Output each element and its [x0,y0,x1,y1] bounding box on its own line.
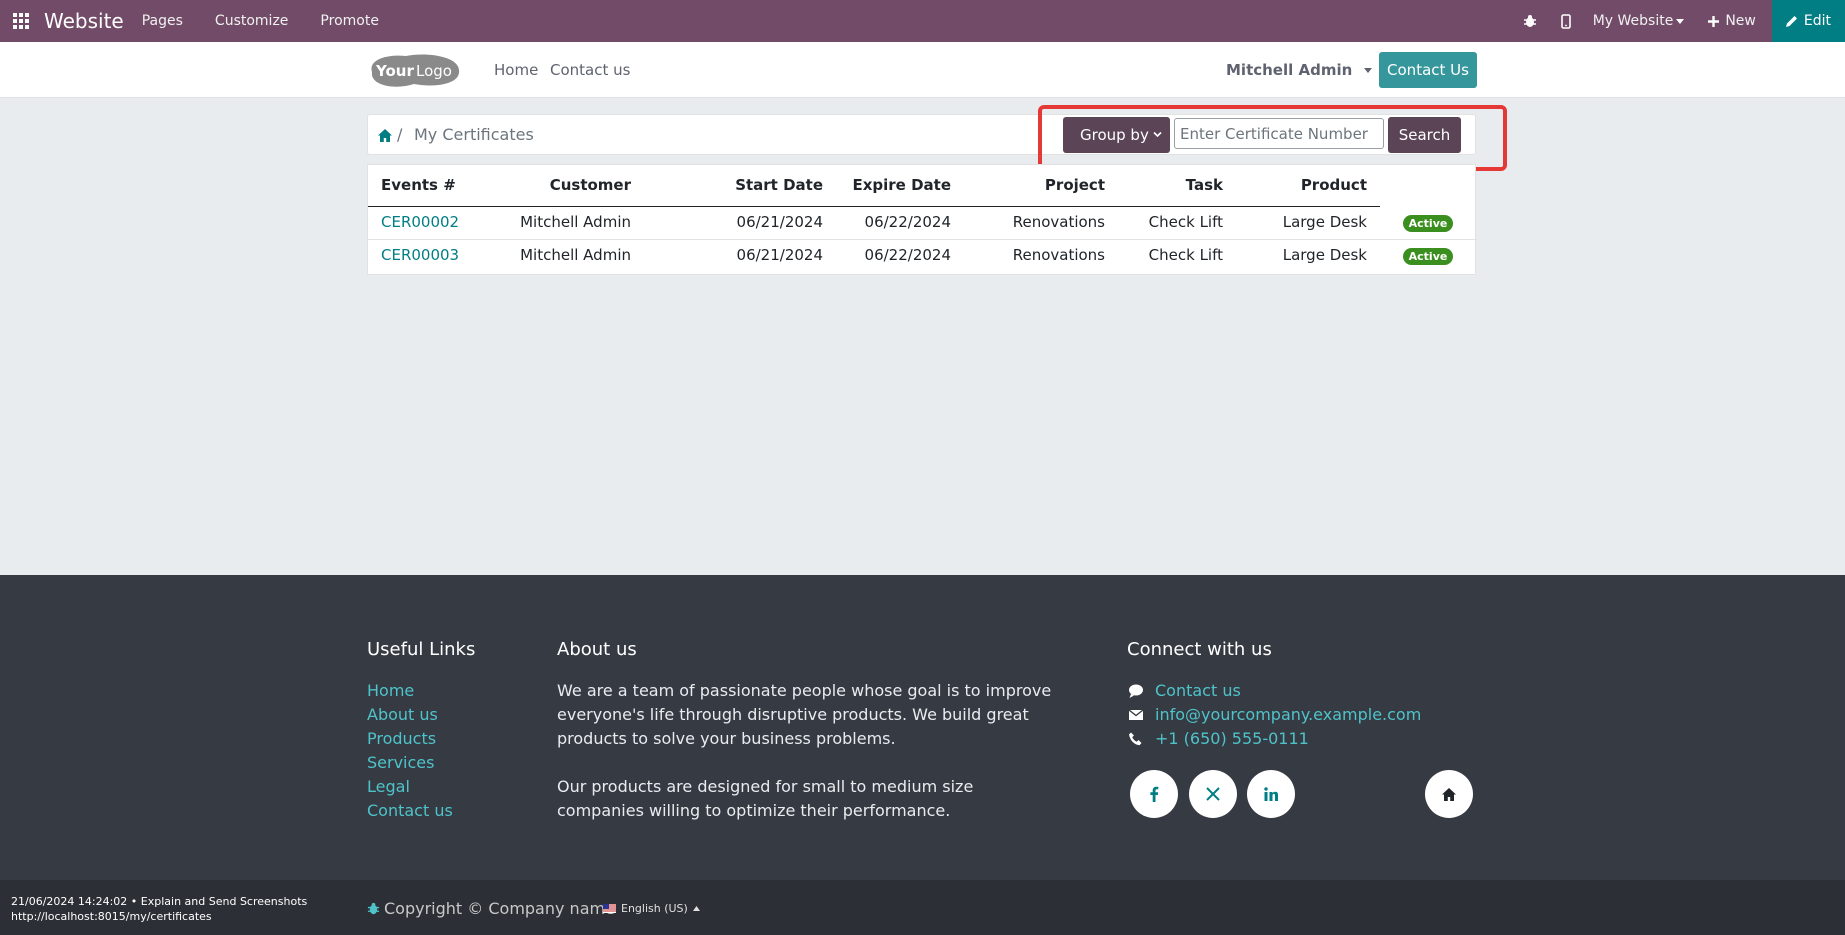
nav-home[interactable]: Home [494,61,538,79]
user-name: Mitchell Admin [1226,61,1353,79]
useful-links-title: Useful Links [367,639,476,660]
certificate-link[interactable]: CER00002 [381,213,459,231]
about-text-line: everyone's life through disruptive produ… [557,705,1029,724]
new-button-label: New [1725,13,1756,29]
language-selector[interactable]: English (US) [603,902,700,915]
edit-button-label: Edit [1803,13,1831,29]
cell-product: Large Desk [1282,246,1367,264]
footer-link-legal[interactable]: Legal [367,777,410,796]
caret-up-icon [692,906,700,911]
contact-us-button[interactable]: Contact Us [1379,52,1477,88]
site-footer: Useful Links Home About us Products Serv… [0,575,1845,880]
language-label: English (US) [621,902,688,915]
col-start-date: Start Date [735,176,823,194]
home-icon[interactable] [1425,770,1473,818]
footer-link-about-us[interactable]: About us [367,705,438,724]
about-text-line: companies willing to optimize their perf… [557,801,951,820]
col-expire-date: Expire Date [852,176,951,194]
plus-icon [1708,15,1720,27]
svg-text:Logo: Logo [416,62,452,80]
debug-bug-icon[interactable] [1523,14,1537,28]
new-button[interactable]: New [1708,13,1756,29]
row-divider [368,239,1477,240]
cell-expire-date: 06/22/2024 [864,246,951,264]
linkedin-icon[interactable] [1247,770,1295,818]
cell-product: Large Desk [1282,213,1367,231]
user-menu[interactable]: Mitchell Admin [1226,61,1372,79]
connect-title: Connect with us [1127,639,1272,660]
edit-button[interactable]: Edit [1771,0,1845,42]
cell-task: Check Lift [1148,213,1223,231]
chevron-down-icon [1153,131,1162,138]
certificate-number-input[interactable] [1174,118,1384,149]
app-brand[interactable]: Website [44,9,124,33]
breadcrumb-separator: / [397,125,403,144]
nav-contact-us[interactable]: Contact us [550,61,630,79]
topnav-pages[interactable]: Pages [142,13,183,29]
col-task: Task [1185,176,1223,194]
screenshot-info: 21/06/2024 14:24:02 • Explain and Send S… [11,894,307,924]
home-icon[interactable] [378,127,392,146]
breadcrumb-current: My Certificates [414,125,534,144]
footer-link-contact-us[interactable]: Contact us [367,801,453,820]
pencil-icon [1785,16,1797,27]
footer-link-home[interactable]: Home [367,681,414,700]
certificate-link[interactable]: CER00003 [381,246,459,264]
cell-task: Check Lift [1148,246,1223,264]
phone-icon [1128,731,1144,747]
search-button[interactable]: Search [1388,117,1461,153]
apps-grid-icon[interactable] [0,0,42,42]
col-events: Events # [381,176,456,194]
header-divider [368,206,1380,207]
certificates-table: Events # Customer Start Date Expire Date… [367,164,1477,275]
mobile-preview-icon[interactable] [1560,13,1571,29]
about-text-line: Our products are designed for small to m… [557,777,974,796]
about-text-line: We are a team of passionate people whose… [557,681,1052,700]
group-by-select[interactable]: Group by [1063,117,1170,153]
col-product: Product [1300,176,1367,194]
footer-link-products[interactable]: Products [367,729,436,748]
copyright: Copyright © Company name [367,899,615,918]
status-badge: Active [1403,215,1453,232]
cell-project: Renovations [1012,213,1105,231]
svg-text:Your: Your [375,62,414,80]
cell-customer: Mitchell Admin [520,213,631,231]
topnav-promote[interactable]: Promote [320,13,379,29]
timestamp-text: 21/06/2024 14:24:02 • Explain and Send S… [11,895,308,908]
footer-email-link[interactable]: info@yourcompany.example.com [1155,705,1421,724]
cell-start-date: 06/21/2024 [736,213,823,231]
us-flag-icon [603,904,616,913]
cell-start-date: 06/21/2024 [736,246,823,264]
about-text-line: products to solve your business problems… [557,729,896,748]
col-project: Project [1044,176,1105,194]
facebook-icon[interactable] [1130,770,1178,818]
status-badge: Active [1403,248,1453,265]
admin-top-bar: Website Pages Customize Promote My Websi… [0,0,1845,42]
site-header: Your Logo Home Contact us Mitchell Admin… [0,42,1845,98]
col-customer: Customer [549,176,631,194]
comment-icon [1128,683,1144,699]
x-icon[interactable] [1189,770,1237,818]
bug-icon [367,902,380,915]
group-by-label: Group by [1080,126,1149,144]
website-switcher-label: My Website [1592,13,1674,29]
website-switcher[interactable]: My Website [1593,13,1685,29]
copyright-text: Copyright © Company name [384,899,615,918]
envelope-icon [1128,707,1144,723]
footer-contact-link[interactable]: Contact us [1155,681,1241,700]
footer-link-services[interactable]: Services [367,753,434,772]
copyright-bar: 21/06/2024 14:24:02 • Explain and Send S… [0,880,1845,935]
caret-down-icon [1676,18,1685,24]
caret-down-icon [1363,68,1372,73]
cell-project: Renovations [1012,246,1105,264]
cell-expire-date: 06/22/2024 [864,213,951,231]
topnav-customize[interactable]: Customize [215,13,289,29]
cell-customer: Mitchell Admin [520,246,631,264]
footer-phone-link[interactable]: +1 (650) 555-0111 [1155,729,1309,748]
url-text: http://localhost:8015/my/certificates [11,910,212,923]
about-us-title: About us [557,639,637,660]
company-logo[interactable]: Your Logo [366,50,462,90]
